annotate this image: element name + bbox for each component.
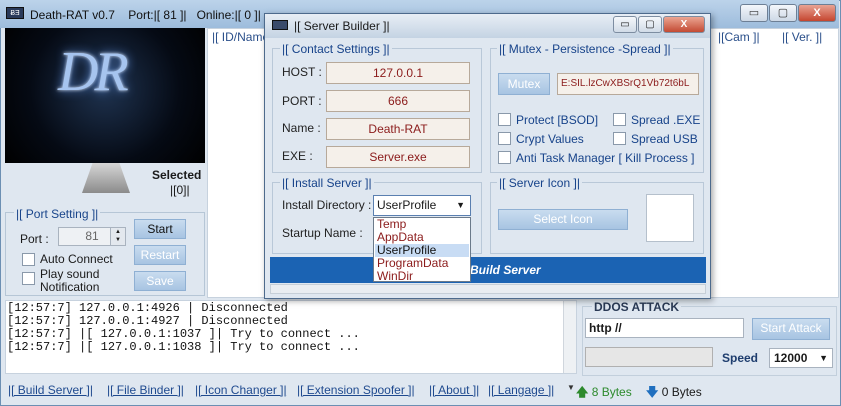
builder-scrollbar[interactable] xyxy=(270,284,706,294)
mutex-input[interactable]: E:SIL.lzCwXBSrQ1Vb72t6bL xyxy=(557,73,699,95)
log-entry: [12:57:7] |[ 127.0.0.1:1037 ]| Try to co… xyxy=(7,327,360,341)
minimize-icon: ▭ xyxy=(620,19,630,30)
port-label: Port : xyxy=(20,232,49,246)
log-entry: [12:57:7] 127.0.0.1:4926 | Disconnected xyxy=(7,301,288,315)
server-icon-heading: |[ Server Icon ]| xyxy=(497,176,582,190)
dropdown-option-windir[interactable]: WinDir xyxy=(375,270,469,283)
auto-connect-checkbox[interactable] xyxy=(22,253,35,266)
play-sound-checkbox[interactable] xyxy=(22,272,35,285)
build-server-button[interactable]: Build Server xyxy=(270,257,706,283)
log-scrollbar[interactable] xyxy=(563,301,576,373)
spread-exe-label: Spread .EXE xyxy=(631,113,701,127)
nav-file-binder[interactable]: |[ File Binder ]| xyxy=(107,383,184,397)
builder-title: |[ Server Builder ]| xyxy=(294,19,390,33)
start-attack-button[interactable]: Start Attack xyxy=(752,318,830,340)
spread-usb-checkbox[interactable] xyxy=(613,132,626,145)
close-icon: X xyxy=(680,19,688,30)
install-directory-dropdown: Temp AppData UserProfile ProgramData Win… xyxy=(373,217,471,283)
crypt-checkbox[interactable] xyxy=(498,132,511,145)
builder-app-icon xyxy=(272,20,288,30)
app-title: Death-RAT v0.7 xyxy=(30,8,115,22)
column-header-cam[interactable]: |[Cam ]| xyxy=(718,30,760,44)
arrow-down-icon: 🡇 xyxy=(646,385,659,399)
icon-preview xyxy=(646,194,694,242)
bytes-down-value: 0 Bytes xyxy=(661,385,702,399)
build-server-label: Build Server xyxy=(470,263,541,277)
selected-count: |[0]| xyxy=(170,183,190,197)
minimize-icon: ▭ xyxy=(748,7,760,19)
log-entry: [12:57:7] |[ 127.0.0.1:1038 ]| Try to co… xyxy=(7,340,360,354)
nav-extension-spoofer[interactable]: |[ Extension Spoofer ]| xyxy=(297,383,415,397)
column-header-ver[interactable]: |[ Ver. ]| xyxy=(782,30,822,44)
install-directory-value: UserProfile xyxy=(377,198,437,212)
install-server-heading: |[ Install Server ]| xyxy=(280,176,374,190)
chevron-down-icon: ▼ xyxy=(819,353,828,363)
play-sound-label: Play sound Notification xyxy=(40,267,100,294)
exe-input[interactable]: Server.exe xyxy=(326,146,470,168)
speed-label: Speed xyxy=(722,351,759,365)
maximize-button[interactable]: ▢ xyxy=(769,4,797,22)
port-setting-heading: |[ Port Setting ]| xyxy=(14,207,101,221)
chevron-down-icon: ▼ xyxy=(456,200,465,210)
online-status: Online:|[ 0 ]| xyxy=(196,8,261,22)
speed-select[interactable]: 12000 ▼ xyxy=(769,348,833,368)
dr-logo: DR xyxy=(58,41,129,103)
maximize-icon: ▢ xyxy=(777,7,789,19)
selected-label: Selected xyxy=(152,168,202,182)
speed-value: 12000 xyxy=(774,351,808,365)
port-input-builder[interactable]: 666 xyxy=(326,90,470,112)
arrow-up-icon: 🡅 xyxy=(576,385,589,399)
host-input[interactable]: 127.0.0.1 xyxy=(326,62,470,84)
protect-label: Protect [BSOD] xyxy=(516,113,599,127)
log-entry: [12:57:7] 127.0.0.1:4927 | Disconnected xyxy=(7,314,288,328)
close-icon: X xyxy=(813,7,821,19)
name-label: Name : xyxy=(282,121,321,135)
builder-close-button[interactable]: X xyxy=(663,16,705,33)
builder-maximize-button[interactable]: ▢ xyxy=(638,16,662,33)
nav-build-server[interactable]: |[ Build Server ]| xyxy=(8,383,93,397)
start-button[interactable]: Start xyxy=(134,219,186,239)
install-directory-label: Install Directory : xyxy=(282,198,372,212)
crypt-label: Crypt Values xyxy=(516,132,584,146)
app-icon: ɃƎ xyxy=(6,7,24,19)
mutex-heading: |[ Mutex - Persistence -Spread ]| xyxy=(497,42,673,56)
ddos-progress-bar xyxy=(585,347,713,367)
port-label-builder: PORT : xyxy=(282,94,322,108)
bytes-received: 🡇 0 Bytes xyxy=(646,383,702,404)
spread-usb-label: Spread USB xyxy=(631,132,698,146)
auto-connect-label: Auto Connect xyxy=(40,252,113,266)
column-header-id[interactable]: |[ ID/Name xyxy=(212,30,269,44)
port-spinner[interactable]: ▲ ▼ xyxy=(110,228,125,245)
spread-exe-checkbox[interactable] xyxy=(613,113,626,126)
minimize-button[interactable]: ▭ xyxy=(740,4,768,22)
bytes-up-value: 8 Bytes xyxy=(591,385,632,399)
select-icon-button[interactable]: Select Icon xyxy=(498,209,628,230)
close-button[interactable]: X xyxy=(798,4,836,22)
startup-name-label: Startup Name : xyxy=(282,226,363,240)
port-value: 81 xyxy=(85,229,99,243)
maximize-icon: ▢ xyxy=(645,19,655,30)
exe-label: EXE : xyxy=(282,149,313,163)
restart-button[interactable]: Restart xyxy=(134,245,186,265)
save-button[interactable]: Save xyxy=(134,271,186,291)
nav-langage[interactable]: |[ Langage ]| xyxy=(488,383,554,397)
mutex-button[interactable]: Mutex xyxy=(498,73,550,95)
name-input[interactable]: Death-RAT xyxy=(326,118,470,140)
host-label: HOST : xyxy=(282,65,322,79)
install-directory-select[interactable]: UserProfile ▼ xyxy=(373,195,471,216)
builder-minimize-button[interactable]: ▭ xyxy=(613,16,637,33)
nav-about[interactable]: |[ About ]| xyxy=(429,383,479,397)
ddos-url-input[interactable]: http // xyxy=(585,318,744,338)
port-status: Port:|[ 81 ]| xyxy=(128,8,187,22)
anti-task-checkbox[interactable] xyxy=(498,151,511,164)
contact-settings-heading: |[ Contact Settings ]| xyxy=(280,42,392,56)
dropdown-arrow-icon: ▼ xyxy=(567,383,575,392)
bytes-sent: 🡅 8 Bytes xyxy=(576,383,632,404)
ddos-title: DDOS ATTACK xyxy=(592,300,682,314)
anti-task-label: Anti Task Manager [ Kill Process ] xyxy=(516,151,695,165)
nav-icon-changer[interactable]: |[ Icon Changer ]| xyxy=(195,383,287,397)
window-title: Death-RAT v0.7 Port:|[ 81 ]| Online:|[ 0… xyxy=(30,8,261,22)
protect-checkbox[interactable] xyxy=(498,113,511,126)
